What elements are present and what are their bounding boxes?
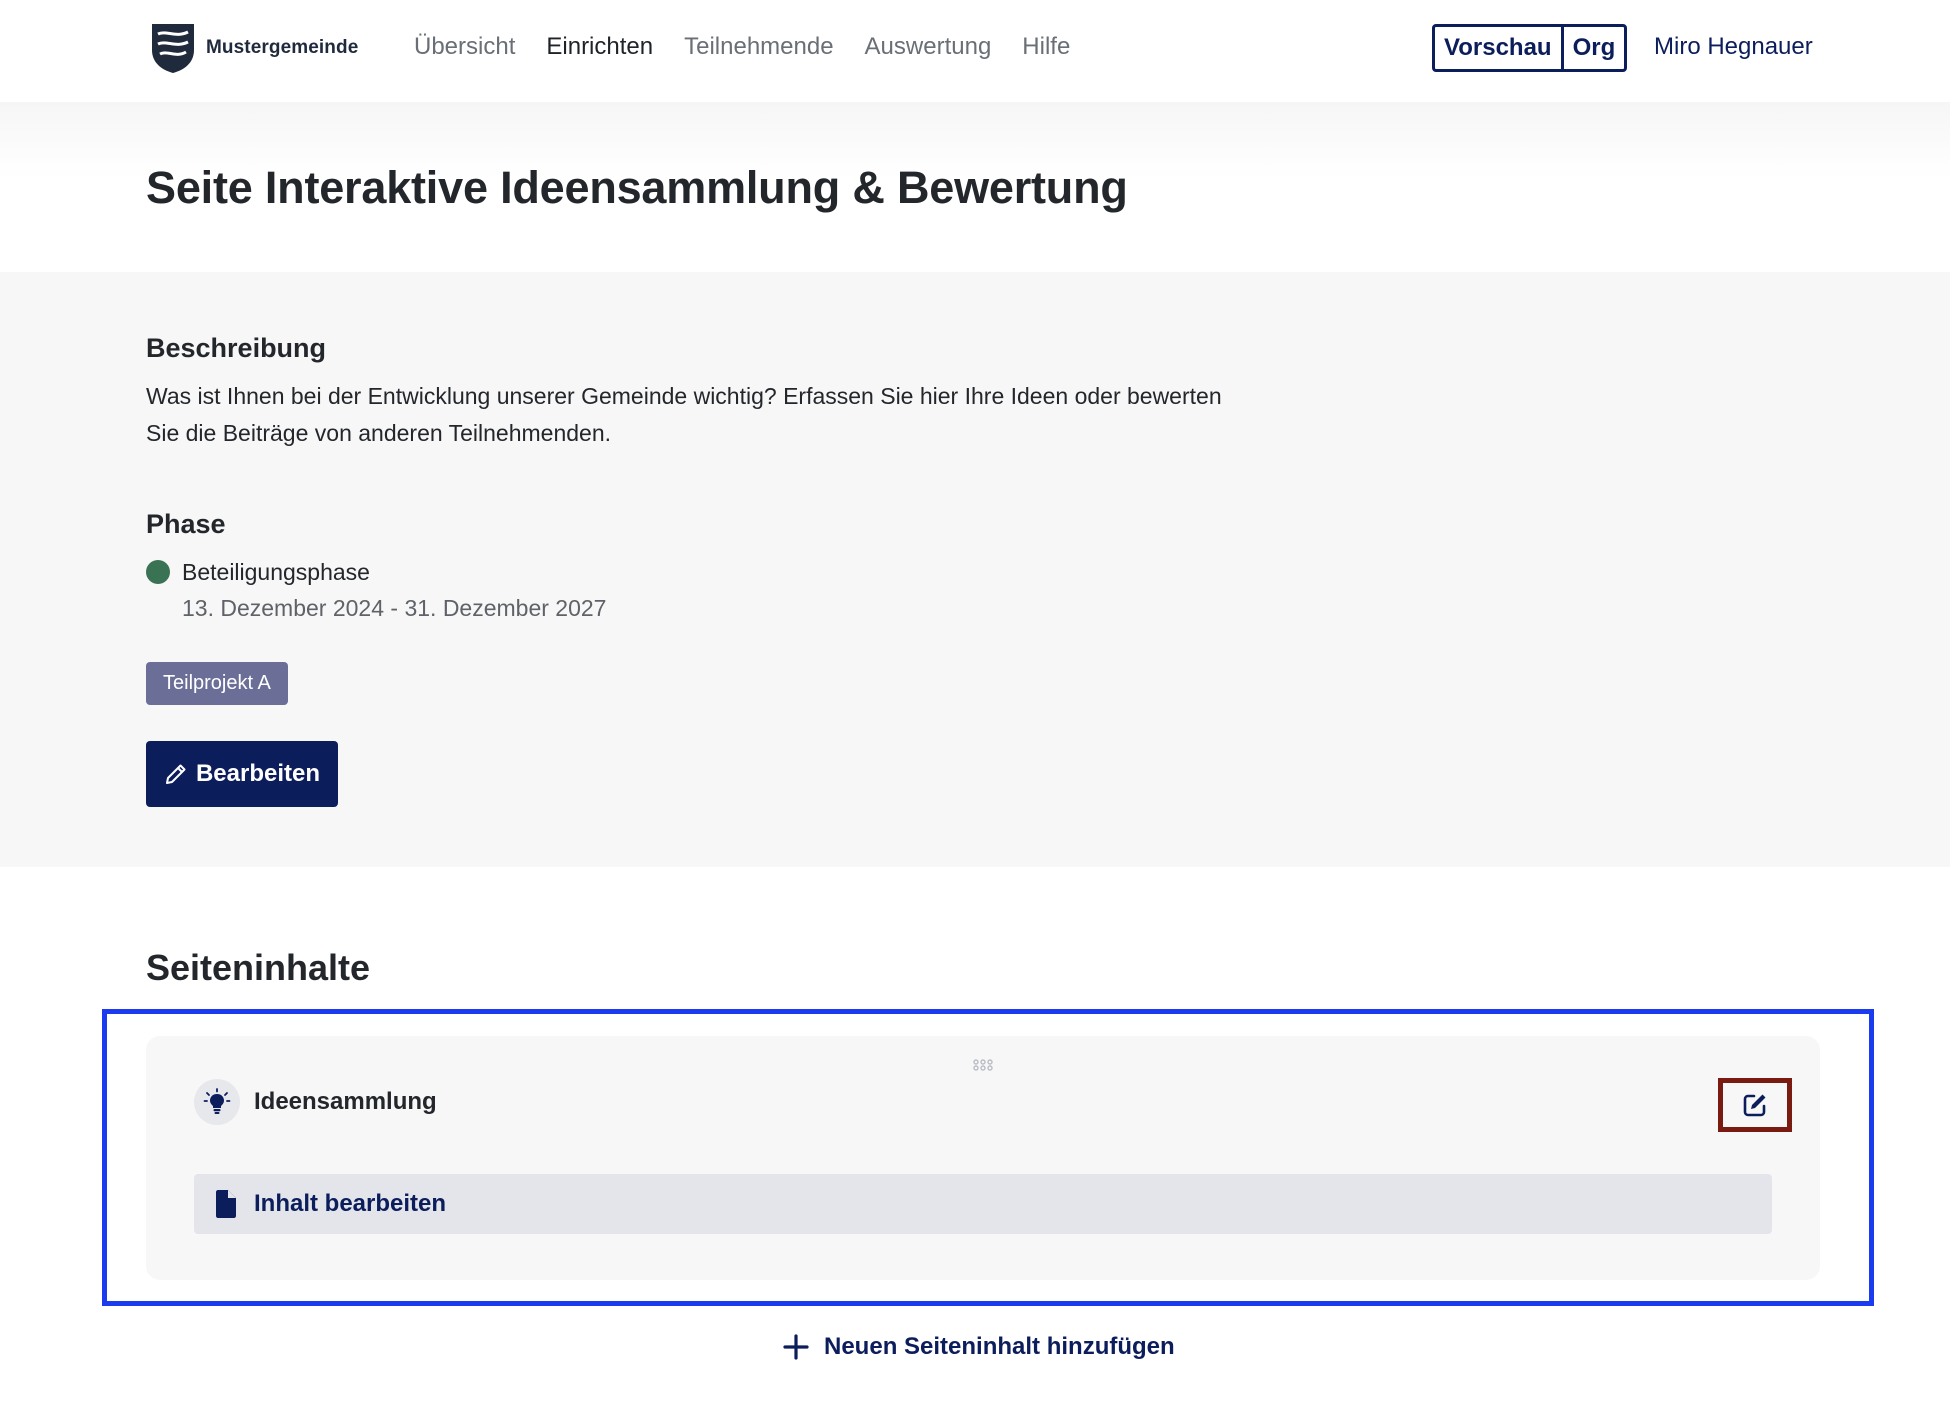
- phase-name: Beteiligungsphase: [182, 559, 370, 585]
- preview-org-switch: Vorschau Org: [1432, 24, 1628, 72]
- subproject-tag: Teilprojekt A: [146, 662, 288, 705]
- plus-icon: [783, 1334, 809, 1360]
- nav-item-teilnehmende[interactable]: Teilnehmende: [684, 30, 833, 64]
- org-button[interactable]: Org: [1560, 27, 1625, 69]
- phase-heading: Phase: [146, 509, 226, 539]
- drag-handle-icon[interactable]: [972, 1058, 994, 1072]
- document-icon: [216, 1190, 236, 1218]
- nav-item-hilfe[interactable]: Hilfe: [1022, 30, 1070, 64]
- user-menu-link[interactable]: Miro Hegnauer: [1654, 30, 1813, 64]
- content-module-card: [146, 1036, 1820, 1280]
- module-name: Ideensammlung: [254, 1088, 437, 1115]
- main-nav: Übersicht Einrichten Teilnehmende Auswer…: [414, 30, 1070, 64]
- nav-item-einrichten[interactable]: Einrichten: [546, 30, 653, 64]
- description-text: Was ist Ihnen bei der Entwicklung unsere…: [146, 383, 1222, 446]
- preview-button[interactable]: Vorschau: [1435, 27, 1561, 69]
- phase-entry: Beteiligungsphase: [146, 554, 370, 590]
- add-page-content-link[interactable]: Neuen Seiteninhalt hinzufügen: [782, 1330, 1175, 1364]
- edit-content-link[interactable]: Inhalt bearbeiten: [194, 1174, 1772, 1234]
- brand-name: Mustergemeinde: [206, 37, 359, 58]
- edit-square-icon: [1743, 1094, 1766, 1117]
- edit-content-label: Inhalt bearbeiten: [254, 1190, 447, 1217]
- module-edit-button[interactable]: [1718, 1078, 1792, 1132]
- top-navigation-bar: Mustergemeinde Übersicht Einrichten Teil…: [0, 0, 1950, 102]
- phase-status-dot-icon: [146, 560, 170, 584]
- lightbulb-icon: [194, 1079, 240, 1125]
- add-page-content-label: Neuen Seiteninhalt hinzufügen: [824, 1333, 1175, 1360]
- edit-button[interactable]: Bearbeiten: [146, 741, 338, 807]
- nav-item-uebersicht[interactable]: Übersicht: [414, 30, 515, 64]
- nav-item-auswertung[interactable]: Auswertung: [865, 30, 992, 64]
- phase-dates: 13. Dezember 2024 - 31. Dezember 2027: [182, 595, 607, 621]
- description-heading: Beschreibung: [146, 333, 327, 363]
- municipality-crest-icon: [152, 24, 194, 73]
- pencil-icon: [165, 764, 186, 784]
- edit-button-label: Bearbeiten: [195, 760, 321, 787]
- brand-logo-link[interactable]: Mustergemeinde: [150, 22, 358, 74]
- page-title: Seite Interaktive Ideensammlung & Bewert…: [146, 162, 1128, 213]
- page-contents-heading: Seiteninhalte: [146, 947, 371, 988]
